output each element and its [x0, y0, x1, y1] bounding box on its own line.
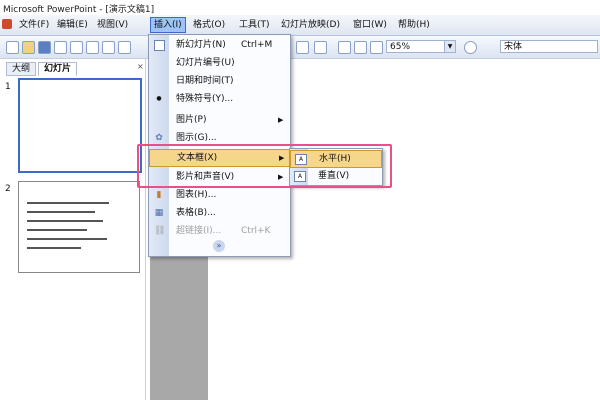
menu-item-hyperlink[interactable]: ⛓ 超链接(I)... Ctrl+K [149, 223, 290, 239]
slide-number: 1 [5, 82, 11, 92]
menu-item-label: 新幻灯片(N) [176, 40, 226, 50]
show-formatting-icon[interactable] [370, 41, 383, 54]
slide-number: 2 [5, 184, 11, 194]
menu-item-label: 特殊符号(Y)... [176, 94, 234, 104]
insert-chart-icon[interactable] [314, 41, 327, 54]
menu-item-label: 表格(B)... [176, 208, 216, 218]
close-icon[interactable]: × [137, 62, 144, 71]
menu-item-slide-number[interactable]: 幻灯片编号(U) [149, 55, 290, 71]
tab-slides[interactable]: 幻灯片 [38, 62, 78, 76]
menu-item-shortcut: Ctrl+M [241, 40, 273, 50]
menu-item-shortcut: Ctrl+K [241, 226, 271, 236]
chart-icon: ▮ [156, 190, 162, 200]
text-line [27, 202, 109, 204]
help-icon[interactable] [464, 41, 477, 54]
menu-tools[interactable]: 工具(T) [236, 18, 273, 32]
menu-insert[interactable]: 插入(I) [150, 17, 186, 33]
email-icon[interactable] [70, 41, 83, 54]
zoom-select[interactable]: 65% ▼ [386, 40, 456, 53]
menu-edit[interactable]: 编辑(E) [54, 18, 91, 32]
slide-thumbnail-2[interactable] [18, 181, 140, 273]
standard-toolbar: 65% ▼ 宋体 [0, 36, 600, 59]
menu-file[interactable]: 文件(F) [16, 18, 52, 32]
submenu-arrow-icon: ▶ [278, 116, 284, 124]
menu-item-new-slide[interactable]: 新幻灯片(N) Ctrl+M [149, 37, 290, 53]
menu-item-date-time[interactable]: 日期和时间(T) [149, 73, 290, 89]
menu-item-label: 超链接(I)... [176, 226, 222, 236]
tab-outline[interactable]: 大纲 [6, 62, 37, 76]
title-bar: Microsoft PowerPoint - [演示文稿1] [0, 0, 600, 15]
menu-item-picture[interactable]: 图片(P) ▶ [149, 112, 290, 128]
text-line [27, 229, 87, 231]
spelling-icon[interactable] [118, 41, 131, 54]
menu-item-special-symbol[interactable]: ● 特殊符号(Y)... [149, 91, 290, 107]
text-line [27, 238, 107, 240]
menu-help[interactable]: 帮助(H) [395, 18, 433, 32]
expand-all-icon[interactable] [354, 41, 367, 54]
slide-thumbnail-1[interactable] [18, 78, 142, 173]
new-icon[interactable] [6, 41, 19, 54]
insert-table-icon[interactable] [296, 41, 309, 54]
special-symbol-icon: ● [156, 95, 162, 102]
print-preview-icon[interactable] [102, 41, 115, 54]
text-line [27, 220, 103, 222]
open-icon[interactable] [22, 41, 35, 54]
menu-item-label: 图表(H)... [176, 190, 217, 200]
menu-bar: 文件(F) 编辑(E) 视图(V) 插入(I) 格式(O) 工具(T) 幻灯片放… [0, 15, 600, 36]
menu-slideshow[interactable]: 幻灯片放映(D) [278, 18, 343, 32]
diagram-icon: ✿ [155, 133, 163, 143]
table-icon: ▦ [154, 208, 164, 218]
hyperlink-icon: ⛓ [154, 226, 166, 236]
menu-format[interactable]: 格式(O) [190, 18, 228, 32]
text-line [27, 211, 95, 213]
permission-icon[interactable] [54, 41, 67, 54]
menu-item-table[interactable]: ▦ 表格(B)... [149, 205, 290, 221]
print-icon[interactable] [86, 41, 99, 54]
save-icon[interactable] [38, 41, 51, 54]
chevron-down-icon[interactable]: ▼ [444, 41, 455, 52]
app-menu-icon[interactable] [2, 19, 12, 29]
zoom-value: 65% [390, 42, 411, 52]
font-value: 宋体 [504, 42, 523, 52]
menu-item-label: 日期和时间(T) [176, 76, 234, 86]
menu-view[interactable]: 视图(V) [94, 18, 131, 32]
menu-item-label: 图片(P) [176, 115, 207, 125]
font-select[interactable]: 宋体 [500, 40, 598, 53]
expand-menu-icon[interactable]: » [213, 240, 225, 252]
text-line [27, 247, 81, 249]
new-slide-icon [154, 40, 165, 51]
menu-window[interactable]: 窗口(W) [350, 18, 390, 32]
menu-item-chart[interactable]: ▮ 图表(H)... [149, 187, 290, 203]
annotation-highlight-box [137, 144, 392, 188]
window-title: Microsoft PowerPoint - [演示文稿1] [3, 5, 155, 15]
tables-borders-icon[interactable] [338, 41, 351, 54]
menu-item-label: 幻灯片编号(U) [176, 58, 235, 68]
